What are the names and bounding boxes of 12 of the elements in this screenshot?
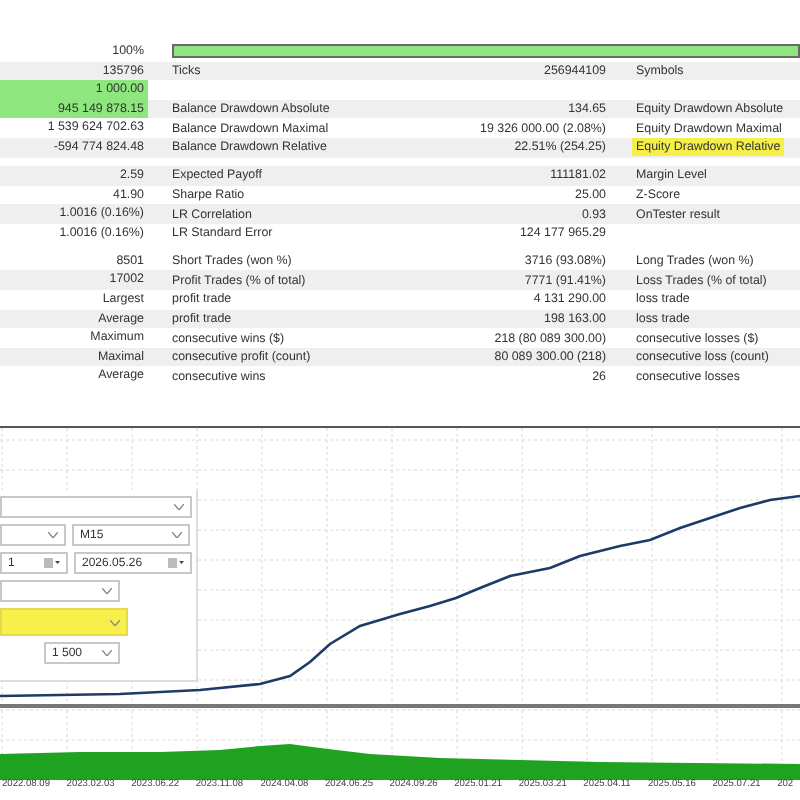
dropdown[interactable] — [0, 580, 120, 602]
dropdown[interactable] — [0, 524, 66, 546]
caret-icon — [174, 504, 184, 510]
caret-icon — [110, 619, 120, 625]
caret-icon — [102, 588, 112, 594]
dropdown[interactable] — [0, 608, 128, 636]
calendar-icon — [44, 558, 60, 568]
caret-icon — [48, 532, 58, 538]
dropdown[interactable] — [0, 496, 192, 518]
caret-icon — [172, 532, 182, 538]
calendar-icon — [168, 558, 184, 568]
caret-icon — [102, 650, 112, 656]
